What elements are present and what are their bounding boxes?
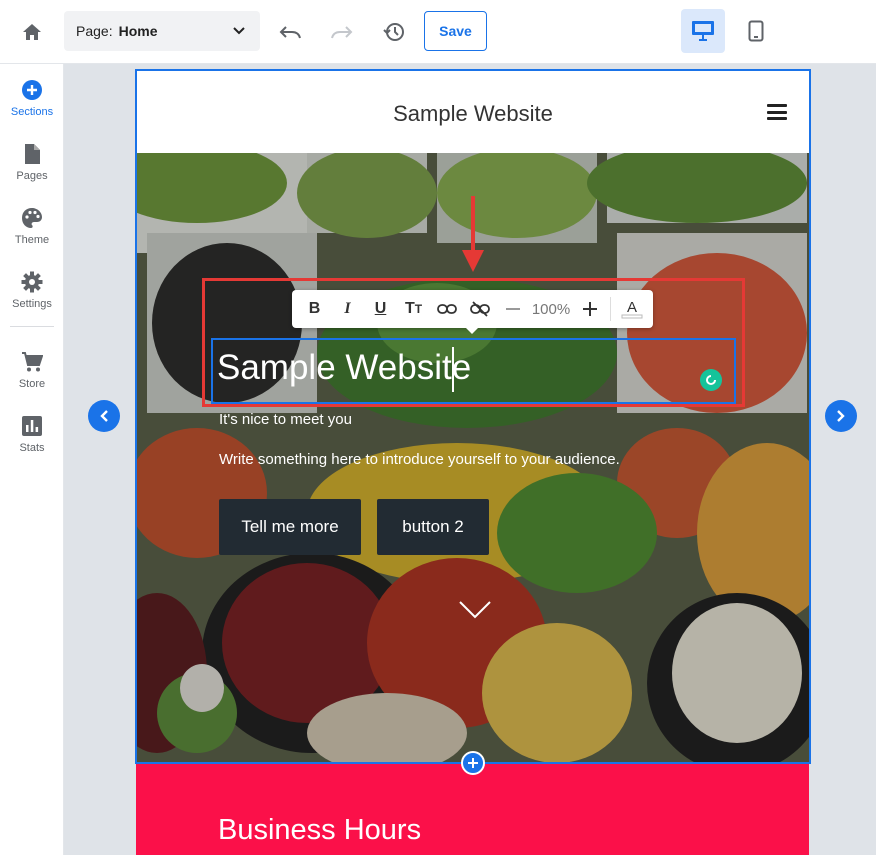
- hero-subtitle[interactable]: It's nice to meet you: [219, 411, 352, 428]
- home-icon[interactable]: [14, 14, 50, 50]
- history-icon[interactable]: [376, 14, 412, 50]
- mobile-icon[interactable]: [734, 9, 778, 53]
- site-header-title[interactable]: Sample Website: [137, 101, 809, 127]
- left-sidebar: Sections Pages Theme Settings Store Stat…: [0, 64, 64, 855]
- desktop-icon[interactable]: [681, 9, 725, 53]
- sidebar-item-label: Store: [18, 378, 46, 390]
- gear-icon: [21, 270, 43, 294]
- redo-icon[interactable]: [324, 14, 360, 50]
- menu-icon[interactable]: [767, 104, 787, 120]
- site-header[interactable]: Sample Website: [137, 71, 809, 153]
- zoom-level: 100%: [531, 300, 571, 318]
- sidebar-item-pages[interactable]: Pages: [0, 134, 64, 190]
- business-hours-title[interactable]: Business Hours: [218, 814, 421, 847]
- business-hours-section[interactable]: Business Hours: [136, 764, 809, 855]
- sidebar-item-stats[interactable]: Stats: [0, 406, 64, 462]
- undo-icon[interactable]: [272, 14, 308, 50]
- text-size-icon[interactable]: TT: [397, 290, 430, 328]
- button-2[interactable]: button 2: [377, 499, 489, 555]
- bold-icon[interactable]: B: [298, 290, 331, 328]
- previous-section-button[interactable]: [88, 400, 120, 432]
- next-section-button[interactable]: [825, 400, 857, 432]
- toolbar-pointer: [464, 326, 480, 334]
- sidebar-item-label: Theme: [14, 234, 50, 246]
- plus-icon: [468, 758, 478, 768]
- minus-icon[interactable]: [496, 290, 529, 328]
- palette-icon: [21, 206, 43, 230]
- svg-text:A: A: [627, 299, 637, 316]
- link-icon[interactable]: [430, 290, 463, 328]
- plus-circle-icon: [21, 78, 43, 102]
- page-icon: [23, 142, 41, 166]
- sidebar-item-settings[interactable]: Settings: [0, 262, 64, 318]
- sidebar-item-theme[interactable]: Theme: [0, 198, 64, 254]
- cart-icon: [21, 350, 43, 374]
- page-select[interactable]: Page: Home: [64, 11, 260, 51]
- text-format-toolbar: B I U TT 100% A: [292, 290, 653, 334]
- unlink-icon[interactable]: [463, 290, 496, 328]
- website-preview: Sample Website It's nice to meet you Wri…: [135, 69, 811, 764]
- grammarly-icon[interactable]: [700, 369, 722, 391]
- sidebar-item-label: Pages: [16, 170, 48, 182]
- sidebar-item-label: Sections: [10, 106, 54, 118]
- font-color-icon[interactable]: A: [615, 290, 648, 328]
- chevron-left-icon: [100, 410, 108, 422]
- save-button[interactable]: Save: [424, 11, 487, 51]
- page-select-label: Page:: [76, 23, 113, 39]
- chevron-right-icon: [837, 410, 845, 422]
- italic-icon[interactable]: I: [331, 290, 364, 328]
- tell-me-more-button[interactable]: Tell me more: [219, 499, 361, 555]
- red-arrow-annotation: [461, 194, 485, 279]
- add-section-button[interactable]: [461, 751, 485, 775]
- bar-chart-icon: [22, 414, 42, 438]
- top-toolbar: Page: Home Save: [0, 0, 876, 64]
- sidebar-item-label: Settings: [12, 298, 52, 310]
- underline-icon[interactable]: U: [364, 290, 397, 328]
- sidebar-item-store[interactable]: Store: [0, 342, 64, 398]
- chevron-down-icon: [232, 23, 246, 40]
- sidebar-item-label: Stats: [19, 442, 45, 454]
- scroll-down-chevron-icon[interactable]: [459, 601, 491, 624]
- plus-icon[interactable]: [573, 290, 606, 328]
- page-select-value: Home: [118, 23, 158, 39]
- sidebar-item-sections[interactable]: Sections: [0, 70, 64, 126]
- hero-intro-text[interactable]: Write something here to introduce yourse…: [219, 451, 620, 468]
- toolbar-separator: [610, 297, 611, 321]
- hero-title-editable[interactable]: Sample Website: [217, 348, 471, 388]
- sidebar-divider: [10, 326, 54, 327]
- text-caret: [452, 347, 454, 392]
